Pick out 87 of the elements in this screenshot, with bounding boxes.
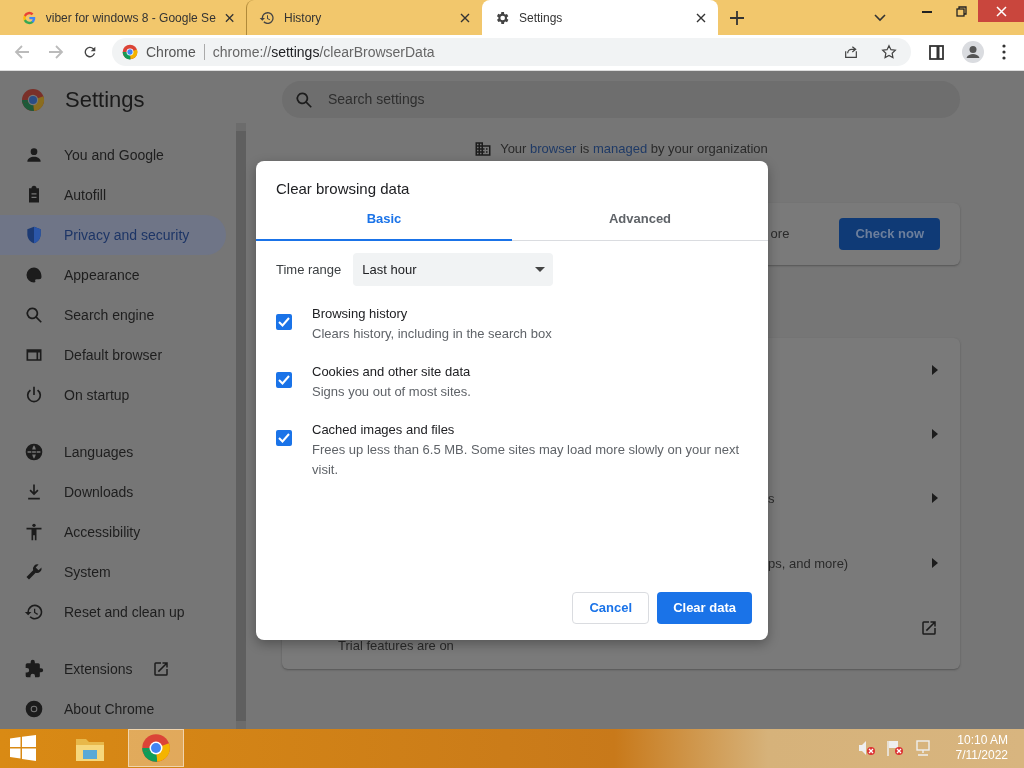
tab-title: History [284, 10, 323, 25]
chevron-down-icon[interactable] [874, 13, 886, 22]
sidebar-item[interactable]: System [0, 551, 226, 592]
card-text: ore [770, 226, 790, 242]
sidebar-item[interactable]: Autofill [0, 174, 226, 215]
url-text: chrome://settings/clearBrowserData [212, 44, 435, 61]
wrench-icon [24, 561, 44, 582]
arrow-right-icon[interactable] [932, 493, 938, 504]
checkbox[interactable] [276, 371, 292, 388]
row-text: ps, and more) [767, 555, 849, 571]
time-range-label: Time range [276, 261, 342, 277]
building-icon [474, 139, 493, 158]
sidebar-item[interactable]: Appearance [0, 254, 226, 295]
start-button[interactable] [10, 735, 36, 762]
managed-notice: Your browser is managed by your organization [282, 139, 960, 158]
option-description: Signs you out of most sites. [312, 382, 471, 401]
star-icon[interactable] [881, 44, 897, 61]
tab-title: Settings [519, 10, 564, 25]
volume-muted-icon[interactable] [857, 740, 876, 757]
time-range-dropdown[interactable]: Last hour [353, 252, 554, 286]
share-icon[interactable] [843, 44, 859, 61]
external-link-icon[interactable] [920, 619, 938, 638]
side-panel-icon[interactable] [929, 44, 944, 60]
settings-title: Settings [65, 86, 145, 113]
restore-icon [955, 5, 967, 17]
dialog-tab[interactable]: Basic [256, 208, 512, 241]
search-field[interactable]: Search settings [282, 80, 960, 118]
check-now-button[interactable]: Check now [839, 217, 940, 250]
option-title: Browsing history [312, 304, 409, 323]
option-description: Frees up less than 6.5 MB. Some sites may load more slowly on your next visit. [312, 440, 741, 479]
minimize-icon [922, 9, 932, 13]
close-icon [995, 5, 1007, 17]
option-description: Clears history, including in the search box [312, 324, 552, 343]
dialog-tab[interactable]: Advanced [512, 208, 768, 241]
browser-tab[interactable]: Settings [482, 0, 718, 35]
sidebar-item[interactable]: Search engine [0, 294, 226, 335]
site-label: Chrome [146, 44, 196, 61]
sidebar-item[interactable]: Accessibility [0, 511, 226, 552]
profile-avatar-icon[interactable] [962, 41, 984, 64]
close-icon[interactable] [460, 12, 470, 23]
clock-time: 10:10 AM [957, 733, 1008, 749]
option-title: Cached images and files [312, 420, 456, 439]
row-text: s [767, 490, 775, 506]
cancel-button[interactable]: Cancel [572, 591, 650, 624]
settings-icon [494, 9, 510, 26]
power-icon [24, 384, 44, 405]
sidebar-item[interactable]: About Chrome [0, 688, 226, 729]
option-title: Cookies and other site data [312, 362, 471, 381]
address-bar[interactable]: Chrome chrome://settings/clearBrowserData [112, 38, 911, 67]
checkbox[interactable] [276, 429, 292, 446]
sidebar-item[interactable]: Extensions [0, 648, 226, 689]
new-tab-icon[interactable] [730, 10, 744, 25]
browser-tab[interactable]: viber for windows 8 - Google Se [10, 0, 246, 35]
google-icon [22, 9, 37, 26]
globe-icon [24, 441, 44, 462]
sidebar-item[interactable]: You and Google [0, 134, 226, 175]
taskbar-app[interactable] [128, 729, 184, 768]
puzzle-icon [24, 658, 44, 679]
sidebar-item[interactable]: Privacy and security [0, 214, 226, 255]
row-text: Trial features are on [337, 637, 454, 653]
flag-icon[interactable] [885, 740, 904, 757]
chrome-logo-icon [21, 87, 45, 112]
clock-date: 7/11/2022 [955, 748, 1008, 764]
link[interactable]: browser [530, 141, 577, 157]
arrow-right-icon[interactable] [932, 558, 938, 569]
close-button[interactable] [978, 0, 1024, 22]
link[interactable]: managed [592, 141, 648, 157]
scrollbar[interactable] [236, 122, 246, 729]
tab-title: viber for windows 8 - Google Se [45, 10, 216, 25]
accessibility-icon [24, 521, 44, 542]
close-icon[interactable] [696, 12, 706, 23]
menu-icon[interactable] [1002, 44, 1006, 61]
external-link-icon[interactable] [152, 659, 171, 678]
sidebar-item[interactable]: On startup [0, 374, 226, 415]
dialog-title: Clear browsing data [275, 178, 411, 199]
sidebar-item[interactable]: Default browser [0, 334, 226, 375]
sidebar-item[interactable]: Reset and clean up [0, 591, 226, 632]
arrow-right-icon[interactable] [932, 364, 938, 375]
sidebar-item[interactable]: Languages [0, 431, 226, 472]
checkbox[interactable] [276, 313, 292, 330]
shield-icon [24, 224, 44, 245]
history-icon [259, 9, 275, 26]
close-icon[interactable] [224, 12, 234, 23]
chrome-logo-icon [122, 44, 138, 61]
arrow-right-icon[interactable] [932, 428, 938, 439]
clear-data-button[interactable]: Clear data [657, 591, 752, 624]
sidebar-item[interactable]: Downloads [0, 471, 226, 512]
